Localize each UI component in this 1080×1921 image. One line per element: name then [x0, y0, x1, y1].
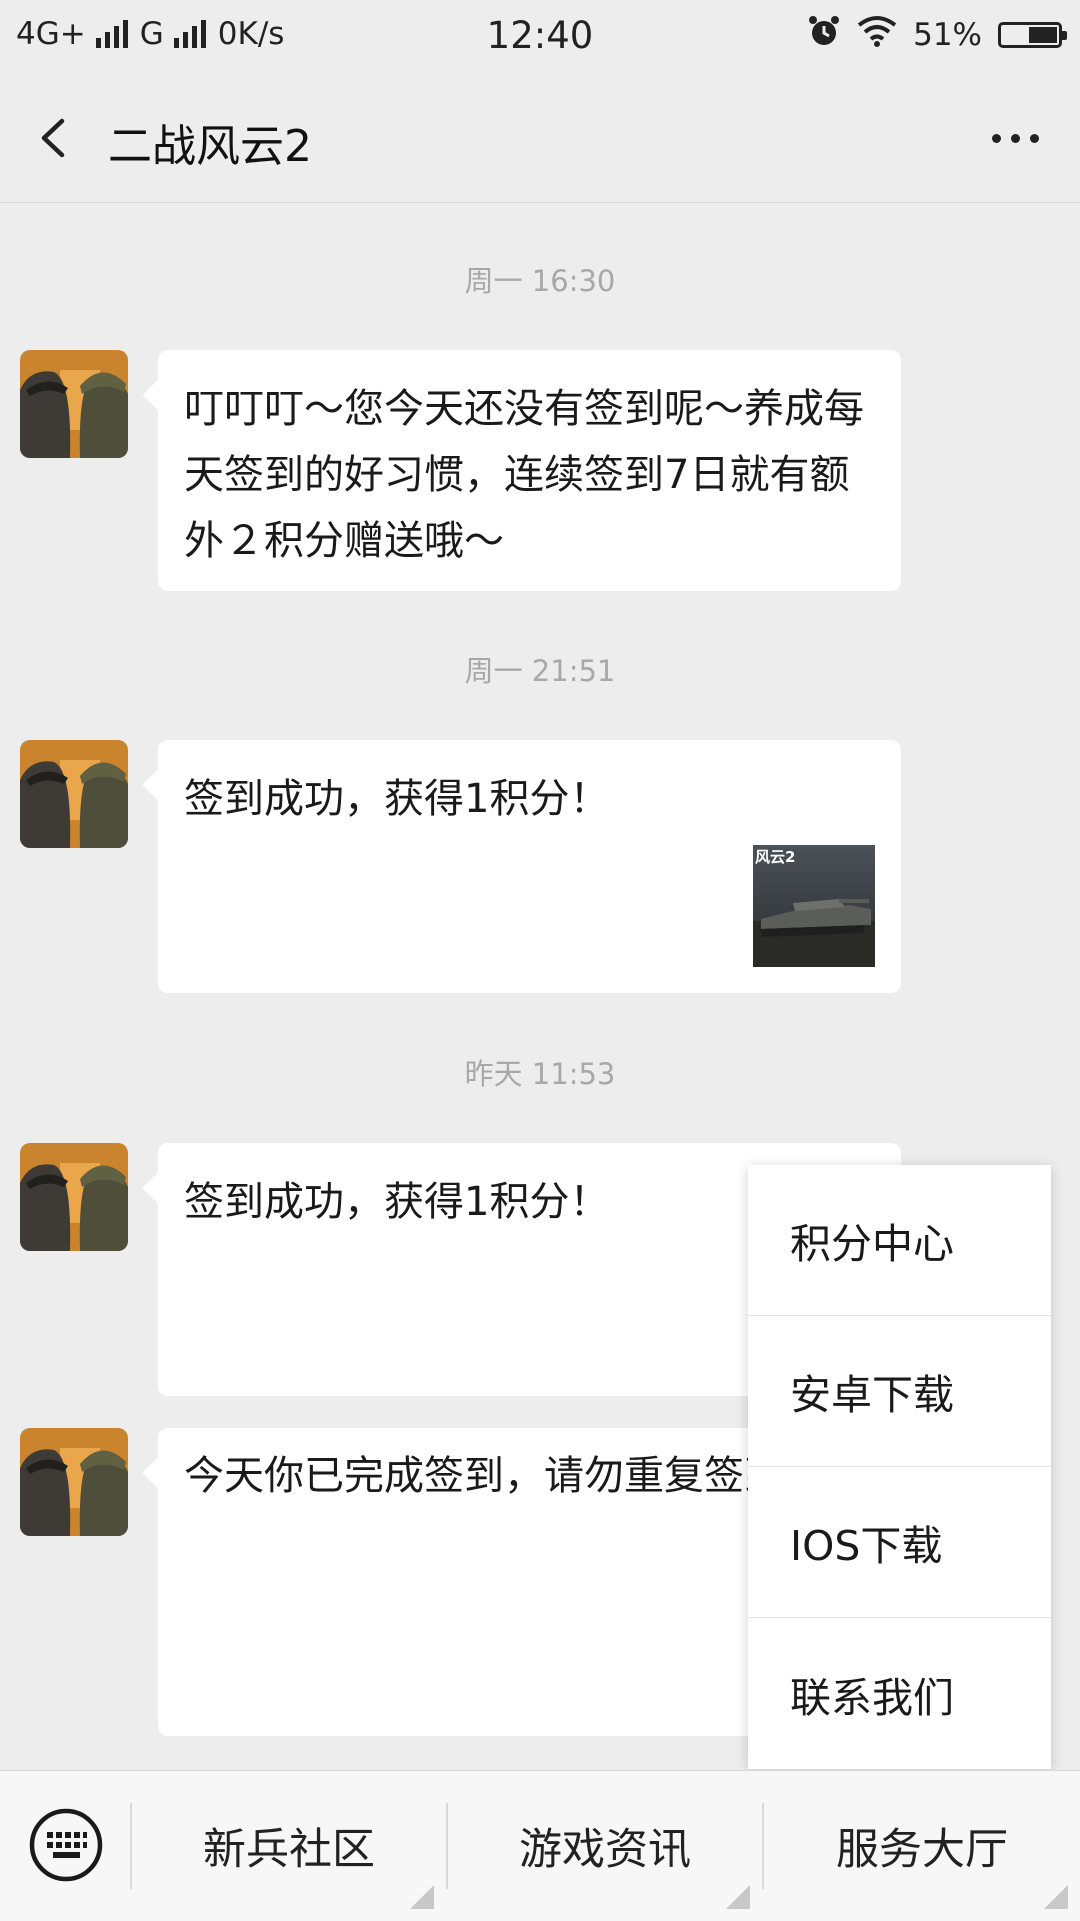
menu-item-points-center[interactable]: 积分中心	[748, 1165, 1051, 1316]
message-timestamp: 周一 21:51	[464, 654, 616, 688]
message-timestamp: 昨天 11:53	[464, 1057, 616, 1091]
menu-item-contact-us[interactable]: 联系我们	[748, 1618, 1051, 1769]
alarm-icon	[807, 14, 841, 56]
message-text: 叮叮叮～您今天还没有签到呢～养成每天签到的好习惯，连续签到7日就有额外２积分赠送…	[184, 386, 864, 564]
message-text: 签到成功，获得1积分！	[184, 776, 610, 822]
game-avatar-icon	[20, 1428, 128, 1536]
bottom-menu-game-news[interactable]: 游戏资讯	[448, 1771, 762, 1921]
bottom-menu-label: 新兵社区	[203, 1825, 375, 1875]
menu-item-android-download[interactable]: 安卓下载	[748, 1316, 1051, 1467]
status-bar: 4G+ G 0K/s 12:40 51%	[0, 0, 1080, 75]
bottom-menu-service-hall[interactable]: 服务大厅	[764, 1771, 1080, 1921]
wifi-icon	[857, 15, 897, 55]
message-timestamp: 周一 16:30	[464, 264, 616, 298]
battery-icon	[998, 22, 1067, 48]
back-chevron-icon	[41, 118, 65, 158]
chat-title: 二战风云2	[108, 121, 312, 172]
message-thumbnail[interactable]: 风云2	[753, 845, 875, 967]
battery-percent: 51%	[913, 17, 982, 53]
keyboard-toggle-button[interactable]	[28, 1807, 104, 1883]
back-button[interactable]	[30, 105, 90, 171]
bottom-menu-rookie-community[interactable]: 新兵社区	[132, 1771, 446, 1921]
game-avatar-icon	[20, 350, 128, 458]
popup-menu: 积分中心 安卓下载 IOS下载 联系我们	[748, 1165, 1051, 1769]
game-avatar-icon	[20, 1143, 128, 1251]
submenu-indicator-icon	[1044, 1885, 1068, 1909]
message-bubble[interactable]: 签到成功，获得1积分！ 风云2	[158, 740, 901, 993]
avatar[interactable]	[20, 350, 128, 458]
bottom-menu-label: 游戏资讯	[519, 1825, 691, 1875]
message-bubble[interactable]: 叮叮叮～您今天还没有签到呢～养成每天签到的好习惯，连续签到7日就有额外２积分赠送…	[158, 350, 901, 591]
thumbnail-label: 风云2	[755, 848, 796, 866]
submenu-indicator-icon	[410, 1885, 434, 1909]
more-dots-icon	[991, 133, 1039, 143]
game-avatar-icon	[20, 740, 128, 848]
chat-header: 二战风云2	[0, 75, 1080, 203]
avatar[interactable]	[20, 1428, 128, 1536]
menu-item-ios-download[interactable]: IOS下载	[748, 1467, 1051, 1618]
bottom-menu-label: 服务大厅	[836, 1825, 1008, 1875]
avatar[interactable]	[20, 740, 128, 848]
avatar[interactable]	[20, 1143, 128, 1251]
more-button[interactable]	[980, 113, 1050, 163]
status-right: 51%	[807, 14, 1067, 56]
bottom-menu-bar: 新兵社区 游戏资讯 服务大厅	[0, 1770, 1080, 1921]
submenu-indicator-icon	[726, 1885, 750, 1909]
keyboard-icon	[29, 1808, 103, 1882]
